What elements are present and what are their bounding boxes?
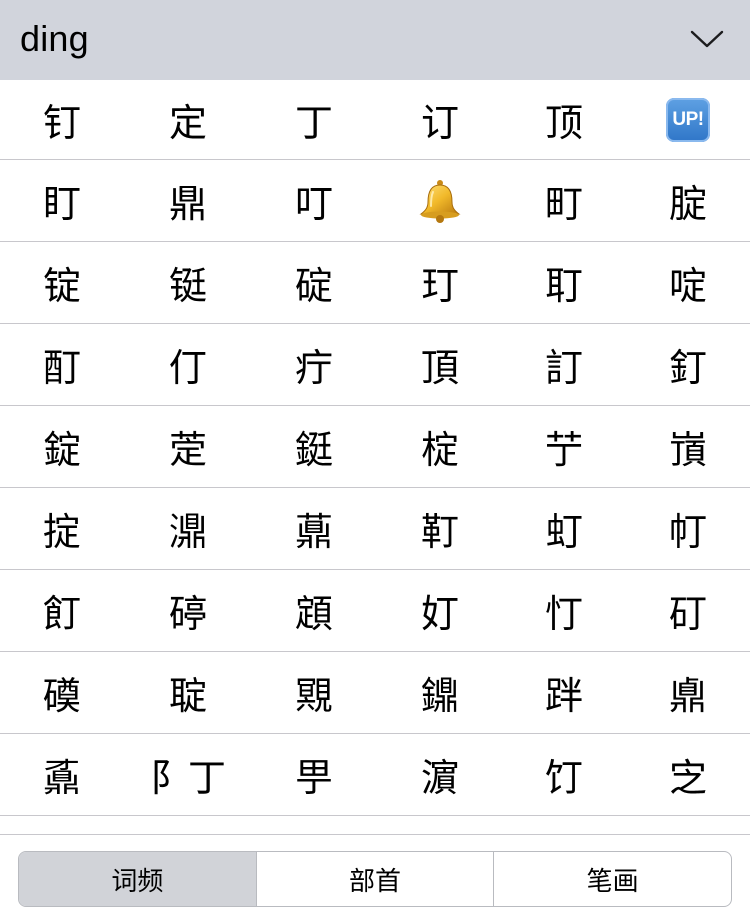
candidate-char[interactable]: 濵: [402, 734, 478, 815]
pinyin-input-text: ding: [20, 18, 89, 59]
candidate-header: ding: [0, 0, 750, 80]
candidate-char[interactable]: 濎: [150, 488, 226, 569]
candidate-char[interactable]: 顶: [526, 80, 602, 159]
candidate-char[interactable]: 盯: [24, 160, 100, 241]
candidate-char[interactable]: 鼎: [150, 160, 226, 241]
candidate-char[interactable]: 覭: [276, 652, 352, 733]
candidate-char[interactable]: 靪: [402, 488, 478, 569]
candidate-char[interactable]: 腚: [650, 160, 726, 241]
candidate-char[interactable]: 艼: [526, 406, 602, 487]
candidate-char[interactable]: 萣: [150, 406, 226, 487]
sort-segmented-control: 词频 部首 笔画: [18, 851, 732, 907]
candidate-char[interactable]: 嵿: [650, 406, 726, 487]
candidate-row: 酊 仃 疔 頂 訂 釘: [0, 324, 750, 406]
candidate-char[interactable]: 奵: [402, 570, 478, 651]
candidate-char[interactable]: 丁: [276, 80, 352, 159]
candidate-char[interactable]: 㝎: [650, 734, 726, 815]
candidate-row: 磸 聢 覭 鐤 跘 鼑: [0, 652, 750, 734]
candidate-char[interactable]: 跘: [526, 652, 602, 733]
candidate-char[interactable]: 啶: [650, 242, 726, 323]
candidate-char[interactable]: 掟: [24, 488, 100, 569]
candidate-char[interactable]: 薡: [276, 488, 352, 569]
candidate-char[interactable]: 订: [402, 80, 478, 159]
candidate-char[interactable]: 锭: [24, 242, 100, 323]
sort-by-radical-tab[interactable]: 部首: [255, 852, 494, 906]
candidate-char[interactable]: 饤: [526, 734, 602, 815]
candidate-char[interactable]: 疔: [276, 324, 352, 405]
candidate-row: 錠 萣 鋌 椗 艼 嵿: [0, 406, 750, 488]
candidate-char[interactable]: 聢: [150, 652, 226, 733]
candidate-char[interactable]: 釘: [650, 324, 726, 405]
candidate-char[interactable]: 忊: [526, 570, 602, 651]
candidate-row: 鼒 阝丁 甼 濵 饤 㝎: [0, 734, 750, 816]
candidate-char[interactable]: 叮: [276, 160, 352, 241]
candidate-char[interactable]: 顁: [276, 570, 352, 651]
candidate-char[interactable]: 阝丁: [150, 734, 226, 815]
sort-by-stroke-tab[interactable]: 笔画: [493, 852, 731, 906]
bell-icon: [419, 179, 461, 223]
candidate-char[interactable]: 甼: [276, 734, 352, 815]
candidate-row: 钉 定 丁 订 顶 UP!: [0, 80, 750, 160]
candidate-char[interactable]: 飣: [24, 570, 100, 651]
candidate-char[interactable]: 椗: [402, 406, 478, 487]
candidate-row: 掟 濎 薡 靪 虰 帄: [0, 488, 750, 570]
candidate-row: 盯 鼎 叮 町 腚: [0, 160, 750, 242]
candidate-char[interactable]: 钉: [24, 80, 100, 159]
candidate-char[interactable]: 頂: [402, 324, 478, 405]
candidate-char[interactable]: 铤: [150, 242, 226, 323]
up-button-icon: UP!: [666, 97, 710, 142]
candidate-row: 锭 铤 碇 玎 耵 啶: [0, 242, 750, 324]
chinese-candidate-panel: ding 钉 定 丁 订 顶 UP! 盯 鼎 叮 町 腚 锭 铤 碇 玎 耵 啶…: [0, 0, 750, 924]
candidate-char[interactable]: 鐤: [402, 652, 478, 733]
candidate-char[interactable]: 磸: [24, 652, 100, 733]
candidate-char[interactable]: 碠: [150, 570, 226, 651]
candidate-char[interactable]: 碇: [276, 242, 352, 323]
candidate-char[interactable]: 仃: [150, 324, 226, 405]
collapse-button[interactable]: [682, 14, 732, 64]
candidate-char[interactable]: 鼑: [650, 652, 726, 733]
candidate-char[interactable]: 錠: [24, 406, 100, 487]
divider: [0, 834, 750, 835]
candidate-char[interactable]: 鼒: [24, 734, 100, 815]
candidate-char[interactable]: 耵: [526, 242, 602, 323]
candidate-char[interactable]: 虰: [526, 488, 602, 569]
candidate-grid: 钉 定 丁 订 顶 UP! 盯 鼎 叮 町 腚 锭 铤 碇 玎 耵 啶 酊 仃 …: [0, 80, 750, 816]
candidate-char[interactable]: 定: [150, 80, 226, 159]
candidate-char[interactable]: 帄: [650, 488, 726, 569]
candidate-char[interactable]: 町: [526, 160, 602, 241]
sort-by-frequency-tab[interactable]: 词频: [19, 852, 256, 906]
chevron-down-icon: [690, 30, 724, 48]
candidate-char[interactable]: 玎: [402, 242, 478, 323]
candidate-row: 飣 碠 顁 奵 忊 矴: [0, 570, 750, 652]
candidate-emoji-up[interactable]: UP!: [650, 80, 726, 159]
candidate-emoji-bell[interactable]: [402, 160, 478, 241]
candidate-char[interactable]: 鋌: [276, 406, 352, 487]
candidate-char[interactable]: 酊: [24, 324, 100, 405]
candidate-char[interactable]: 矴: [650, 570, 726, 651]
candidate-char[interactable]: 訂: [526, 324, 602, 405]
